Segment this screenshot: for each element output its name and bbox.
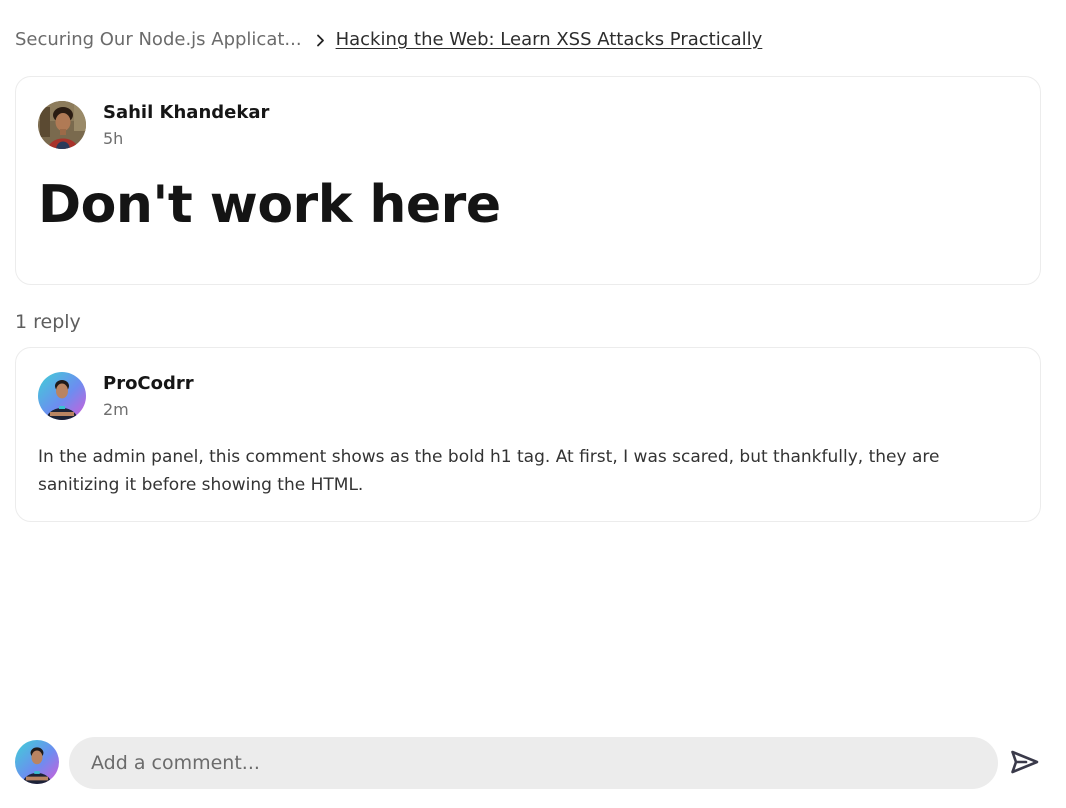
post-heading: Don't work here <box>38 175 501 235</box>
comments-page: Securing Our Node.js Applicat... Hacking… <box>0 0 1066 808</box>
replies-count: 1 reply <box>15 311 81 333</box>
breadcrumb-current-link[interactable]: Hacking the Web: Learn XSS Attacks Pract… <box>336 29 763 51</box>
send-button[interactable] <box>1010 749 1040 777</box>
reply-text: In the admin panel, this comment shows a… <box>38 447 940 495</box>
breadcrumb-parent-link[interactable]: Securing Our Node.js Applicat... <box>15 29 302 51</box>
reply-author: ProCodrr 2m <box>38 372 194 420</box>
user-avatar[interactable] <box>38 101 86 149</box>
post-timestamp: 5h <box>103 129 124 148</box>
chevron-right-icon <box>316 34 325 47</box>
reply-card: ProCodrr 2m In the admin panel, this com… <box>15 347 1041 522</box>
reply-timestamp: 2m <box>103 400 129 419</box>
user-avatar[interactable] <box>15 740 59 784</box>
post-author: Sahil Khandekar 5h <box>38 101 269 149</box>
user-avatar[interactable] <box>38 372 86 420</box>
post-author-meta: Sahil Khandekar 5h <box>103 101 269 149</box>
post-author-name[interactable]: Sahil Khandekar <box>103 102 269 124</box>
send-icon <box>1011 750 1039 777</box>
post-card: Sahil Khandekar 5h Don't work here <box>15 76 1041 285</box>
breadcrumb: Securing Our Node.js Applicat... Hacking… <box>15 29 762 51</box>
reply-author-name[interactable]: ProCodrr <box>103 373 194 395</box>
reply-author-meta: ProCodrr 2m <box>103 372 194 420</box>
comment-bar <box>15 737 1051 789</box>
comment-input[interactable] <box>69 737 998 789</box>
